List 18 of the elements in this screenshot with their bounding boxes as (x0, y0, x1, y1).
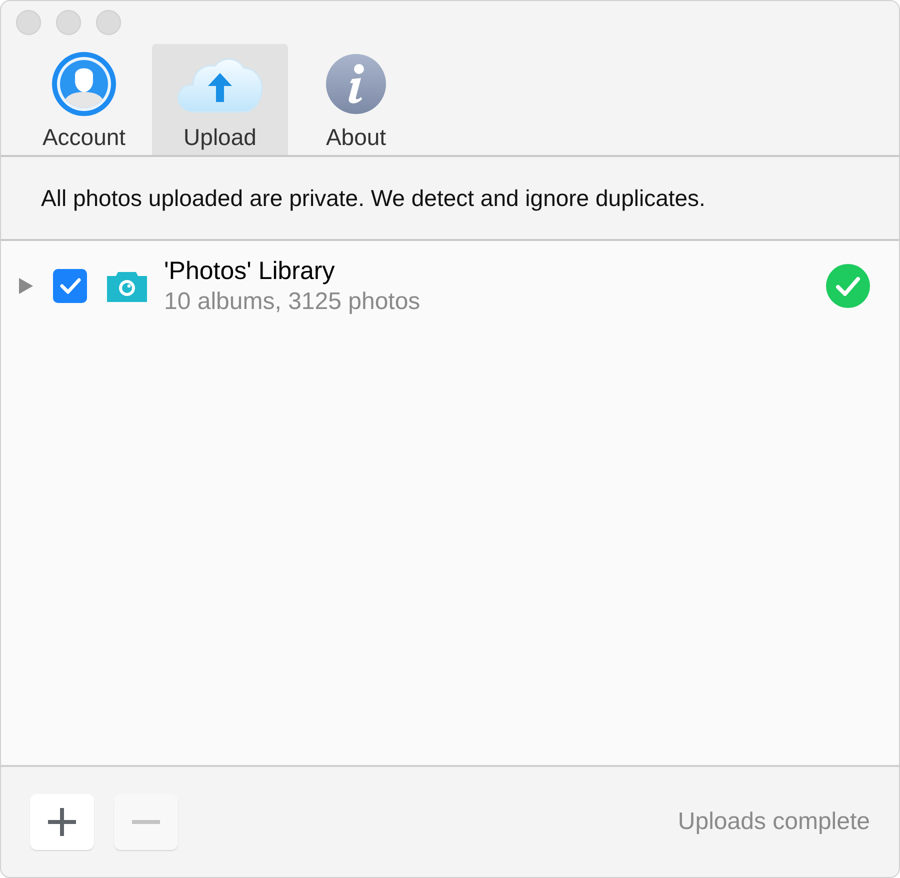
person-icon (51, 51, 117, 117)
camera-icon (107, 270, 147, 302)
window-control-icon[interactable] (16, 10, 41, 35)
plus-icon (48, 808, 76, 836)
info-icon (325, 53, 387, 115)
minus-icon (132, 820, 160, 824)
library-details: 10 albums, 3125 photos (164, 286, 420, 316)
toolbar-tab[interactable]: Account (16, 44, 152, 155)
add-button[interactable] (30, 794, 94, 850)
window-control-icon[interactable] (56, 10, 81, 35)
library-title: 'Photos' Library (164, 256, 335, 286)
toolbar-tab[interactable]: About (288, 44, 424, 155)
disclosure-triangle-icon[interactable] (19, 278, 33, 294)
notice-text: All photos uploaded are private. We detect and ignore duplicates. (41, 184, 706, 212)
toolbar-tab[interactable]: Upload (152, 44, 288, 155)
checkbox[interactable] (53, 269, 87, 303)
window-control-icon[interactable] (96, 10, 121, 35)
status-text: Uploads complete (678, 808, 870, 836)
